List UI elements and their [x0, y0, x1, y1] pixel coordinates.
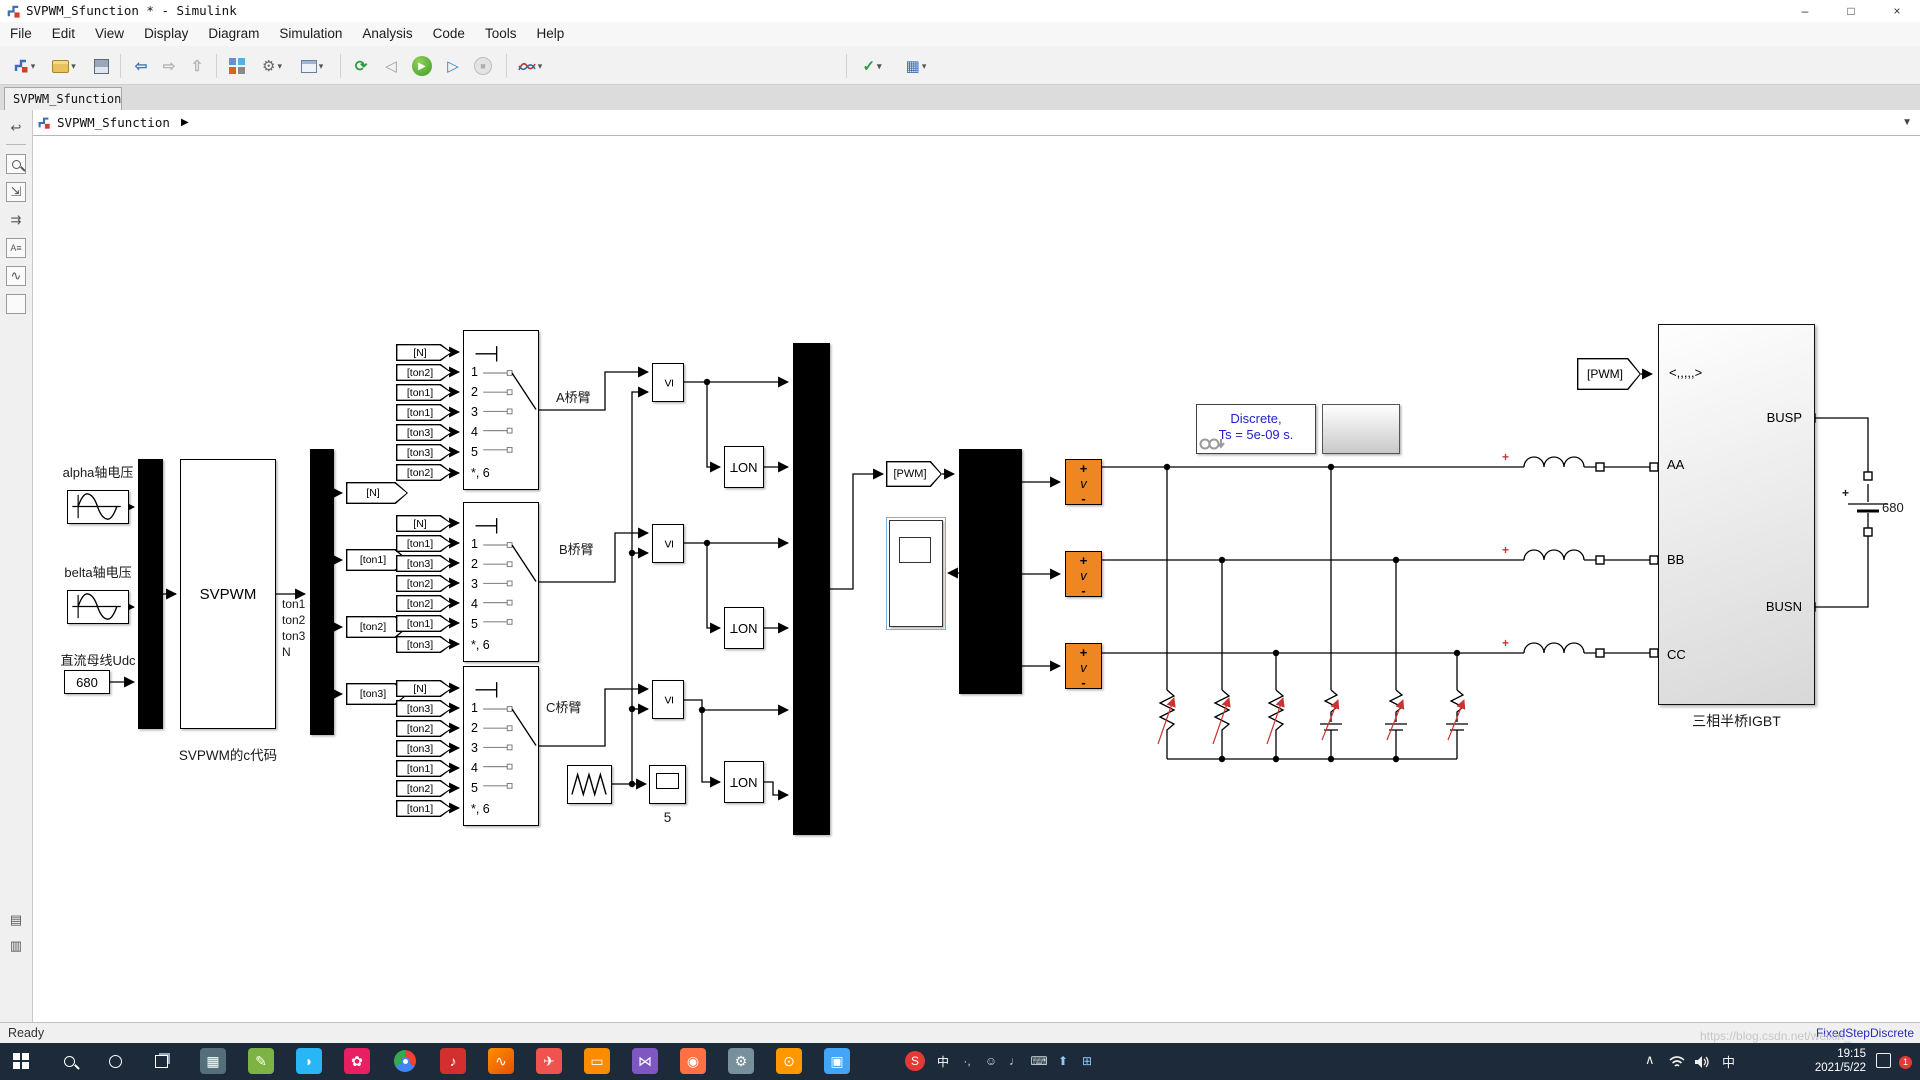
triangle-wave-block[interactable] — [567, 765, 612, 804]
from-tag[interactable]: [N] — [396, 344, 452, 361]
from-tag[interactable]: [ton1] — [396, 404, 452, 421]
voltage-source-a[interactable]: + v - — [1065, 459, 1102, 505]
from-tag[interactable]: [ton1] — [396, 800, 452, 817]
not-block-a[interactable]: NOT — [724, 446, 764, 488]
empty-annotation-box[interactable] — [1322, 404, 1400, 454]
port-label-busn: BUSN — [1766, 599, 1802, 614]
from-tag[interactable]: [ton1] — [396, 384, 452, 401]
beta-voltage-label: belta轴电压 — [48, 562, 148, 581]
alpha-voltage-label: alpha轴电压 — [48, 462, 148, 481]
port-label-aa: AA — [1667, 457, 1684, 472]
polarity-plus-mark: + — [1502, 450, 1509, 464]
compare-block-a[interactable]: ≤ — [652, 363, 684, 402]
svpwm-output-label: ton3 — [282, 629, 305, 643]
from-tag[interactable]: [ton3] — [396, 424, 452, 441]
multiport-switch-a[interactable]: 1 2 3 4 5 *, 6 — [463, 330, 539, 490]
not-block-b[interactable]: NOT — [724, 607, 764, 649]
igbt-caption: 三相半桥IGBT — [1658, 711, 1815, 731]
scope-screen-icon — [899, 537, 931, 563]
svpwm-caption: SVPWM的c代码 — [150, 744, 306, 764]
from-tag-pwm[interactable]: [PWM] — [1577, 358, 1641, 390]
scope-screen-icon — [656, 773, 679, 789]
compare-block-c[interactable]: ≤ — [652, 680, 684, 719]
svpwm-sfunction-block[interactable]: SVPWM — [180, 459, 276, 729]
not-block-c[interactable]: NOT — [724, 761, 764, 803]
compare-block-b[interactable]: ≤ — [652, 524, 684, 563]
mux-block[interactable] — [138, 459, 163, 729]
from-tag[interactable]: [ton2] — [396, 780, 452, 797]
scope-block-small[interactable] — [649, 765, 686, 804]
udc-label: 直流母线Udc — [46, 650, 150, 669]
bridge-a-label: A桥臂 — [556, 387, 591, 406]
demux-block[interactable] — [310, 449, 334, 735]
svpwm-output-label: ton2 — [282, 613, 305, 627]
bridge-b-label: B桥臂 — [559, 539, 594, 558]
multiport-switch-c[interactable]: 1 2 3 4 5 *, 6 — [463, 666, 539, 826]
multiport-switch-b[interactable]: 1 2 3 4 5 *, 6 — [463, 502, 539, 662]
port-label-cc: CC — [1667, 647, 1686, 662]
from-tag[interactable]: [N] — [396, 515, 452, 532]
scope-caption: 5 — [649, 810, 686, 825]
goto-tag-n[interactable]: [N] — [346, 482, 408, 504]
from-tag[interactable]: [ton3] — [396, 700, 452, 717]
from-tag[interactable]: [N] — [396, 680, 452, 697]
bridge-c-label: C桥臂 — [546, 697, 581, 716]
voltage-source-c[interactable]: + v - — [1065, 643, 1102, 689]
from-tag[interactable]: [ton1] — [396, 535, 452, 552]
from-tag[interactable]: [ton3] — [396, 555, 452, 572]
from-tag[interactable]: [ton3] — [396, 636, 452, 653]
polarity-plus-mark: + — [1502, 636, 1509, 650]
svpwm-block-label: SVPWM — [181, 460, 275, 728]
mux-pwm-block[interactable] — [793, 343, 830, 835]
from-tag[interactable]: [ton2] — [396, 595, 452, 612]
from-tag[interactable]: [ton3] — [396, 444, 452, 461]
from-tag[interactable]: [ton1] — [396, 760, 452, 777]
watermark: https://blog.csdn.net/weixin_ — [1700, 1029, 1851, 1043]
sine-wave-icon — [68, 491, 127, 522]
battery-value-label: 680 — [1882, 500, 1904, 515]
triangle-wave-icon — [568, 766, 610, 802]
from-tag[interactable]: [ton1] — [396, 615, 452, 632]
goto-tag-pwm[interactable]: [PWM] — [886, 461, 942, 487]
svpwm-output-label: ton1 — [282, 597, 305, 611]
from-tag[interactable]: [ton2] — [396, 720, 452, 737]
igbt-bridge-subsystem[interactable]: <,,,,,> AA BB CC BUSP BUSN — [1658, 324, 1815, 705]
from-tag[interactable]: [ton3] — [396, 740, 452, 757]
broken-link-icon — [1199, 437, 1229, 452]
sine-wave-icon — [68, 591, 127, 622]
sine-wave-block-beta[interactable] — [67, 590, 129, 624]
powergui-block[interactable]: Discrete, Ts = 5e-09 s. — [1196, 404, 1316, 454]
from-tag[interactable]: [ton2] — [396, 575, 452, 592]
sine-wave-block-alpha[interactable] — [67, 490, 129, 524]
battery-plus-label: + — [1842, 486, 1849, 500]
voltage-source-b[interactable]: + v - — [1065, 551, 1102, 597]
port-label-bb: BB — [1667, 552, 1684, 567]
svpwm-output-label: N — [282, 645, 291, 659]
demux-pwm-block[interactable] — [959, 449, 1022, 694]
pwm-input-port-label: <,,,,,> — [1669, 365, 1702, 380]
polarity-plus-mark: + — [1502, 543, 1509, 557]
port-label-busp: BUSP — [1767, 410, 1802, 425]
from-tag[interactable]: [ton2] — [396, 364, 452, 381]
scope-block-selected[interactable] — [889, 520, 943, 627]
udc-constant-block[interactable]: 680 — [64, 670, 110, 694]
from-tag[interactable]: [ton2] — [396, 464, 452, 481]
